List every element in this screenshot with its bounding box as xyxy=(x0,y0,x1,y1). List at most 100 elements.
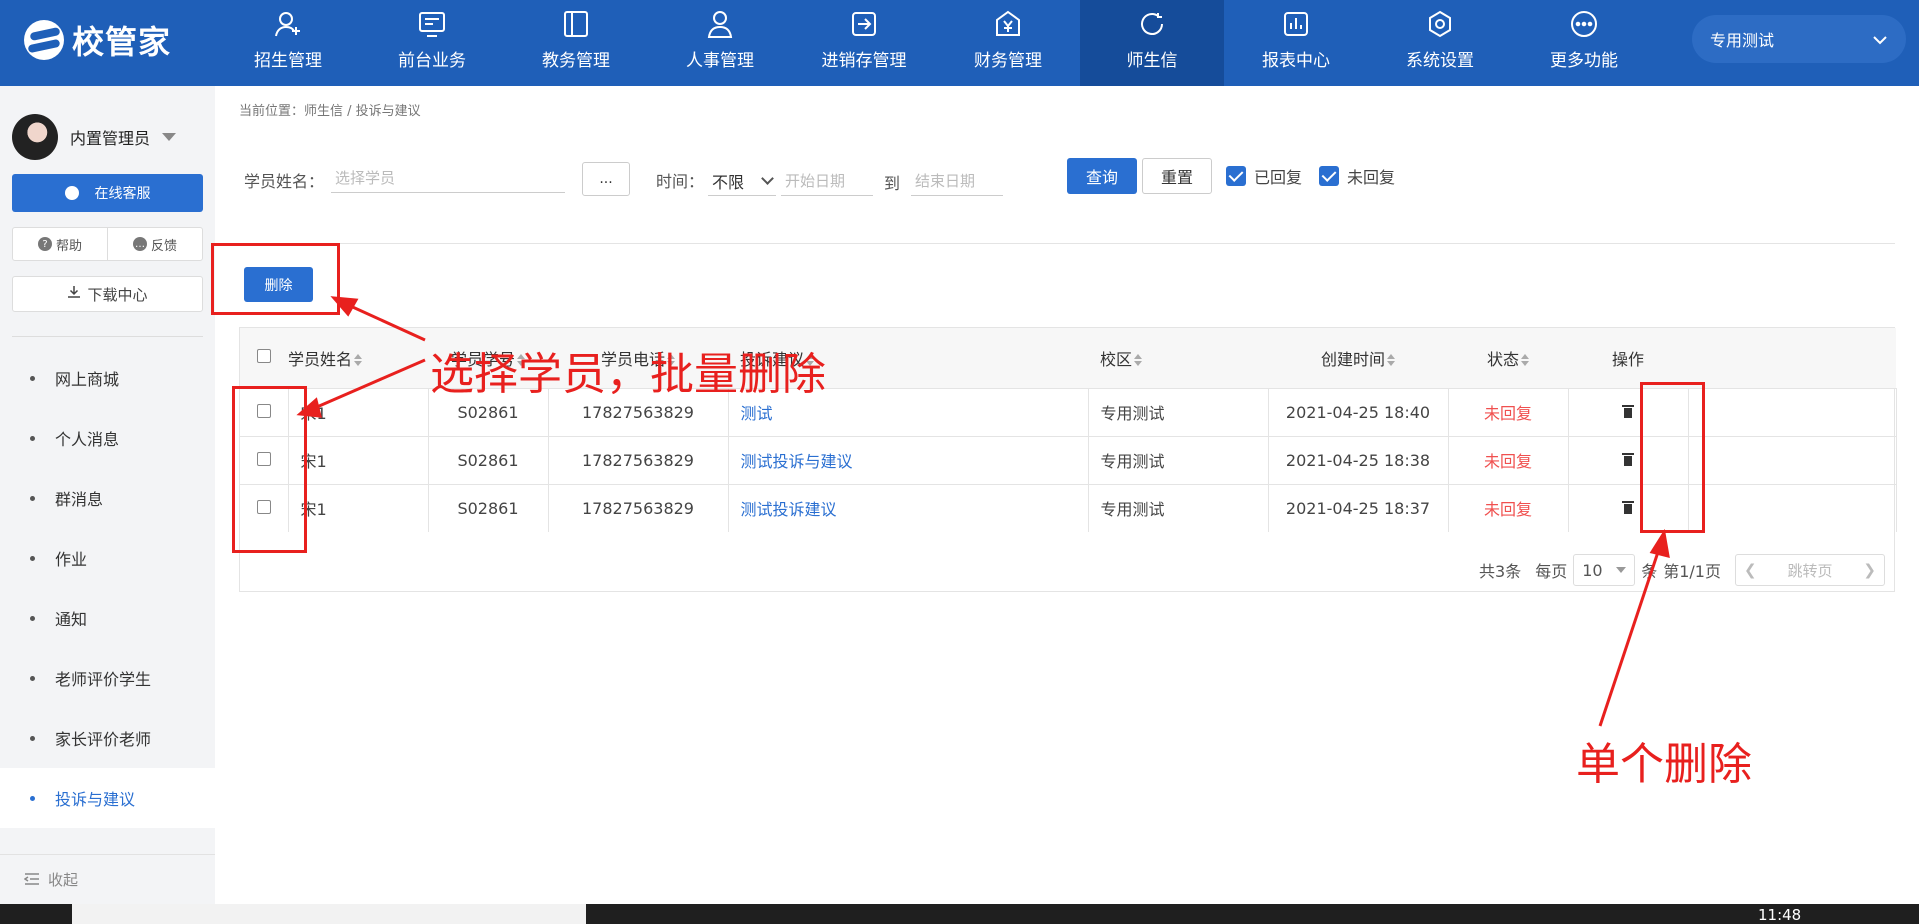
pagination: 共3条 每页 10 条 第1/1页 ❮ 跳转页 ❯ xyxy=(239,548,1895,592)
page-navigation: ❮ 跳转页 ❯ xyxy=(1735,554,1885,586)
time-range-value: 不限 xyxy=(712,172,745,192)
sidebar-item-personal-messages[interactable]: 个人消息 xyxy=(0,408,215,468)
nav-item-academic[interactable]: 教务管理 xyxy=(504,0,648,86)
collapse-button[interactable]: 收起 xyxy=(0,854,215,904)
cell-created-time: 2021-04-25 18:37 xyxy=(1268,483,1449,532)
select-all-checkbox[interactable] xyxy=(240,328,288,388)
col-header-status[interactable]: 状态 xyxy=(1448,328,1568,388)
nav-item-messages[interactable]: 师生信 xyxy=(1080,0,1224,86)
annotation-text-batch-delete: 选择学员，批量删除 xyxy=(430,349,826,400)
start-date-input[interactable] xyxy=(781,166,873,196)
collapse-label: 收起 xyxy=(48,871,79,889)
nav-item-enrollment[interactable]: 招生管理 xyxy=(216,0,360,86)
status-badge: 未回复 xyxy=(1483,452,1532,471)
sidebar-item-teacher-evaluates-student[interactable]: 老师评价学生 xyxy=(0,648,215,708)
cell-student-no: S02861 xyxy=(428,483,549,532)
nav-item-inventory[interactable]: 进销存管理 xyxy=(792,0,936,86)
next-page-icon[interactable]: ❯ xyxy=(1863,561,1876,579)
user-profile[interactable]: 内置管理员 xyxy=(12,114,177,160)
trash-icon[interactable] xyxy=(1622,404,1634,418)
bullet-icon xyxy=(30,435,35,441)
time-range-select[interactable]: 不限 xyxy=(708,166,776,196)
headset-icon xyxy=(64,186,79,200)
bullet-icon xyxy=(30,495,35,501)
jump-page-input[interactable]: 跳转页 xyxy=(1787,560,1832,581)
cell-student-no: S02861 xyxy=(428,435,549,484)
cell-spacer xyxy=(1688,435,1897,484)
bullet-icon xyxy=(30,675,35,681)
end-date-input[interactable] xyxy=(911,166,1003,196)
trash-icon[interactable] xyxy=(1622,452,1634,466)
download-center-button[interactable]: 下载中心 xyxy=(12,276,203,312)
col-header-label: 学员姓名 xyxy=(288,349,353,369)
help-feedback-row: ? 帮助 … 反馈 xyxy=(12,227,203,261)
checkbox-checked-icon xyxy=(1319,166,1339,186)
sidebar-item-complaints[interactable]: 投诉与建议 xyxy=(0,768,215,828)
select-student-button[interactable]: ... xyxy=(582,162,630,196)
cell-created-time: 2021-04-25 18:38 xyxy=(1268,435,1449,484)
gear-icon xyxy=(1424,8,1456,40)
nav-label: 系统设置 xyxy=(1406,51,1474,71)
col-header-label: 状态 xyxy=(1486,349,1519,369)
unreplied-checkbox[interactable]: 未回复 xyxy=(1319,164,1395,188)
content-link[interactable]: 测试 xyxy=(741,404,773,423)
col-header-campus[interactable]: 校区 xyxy=(1088,328,1268,388)
sidebar-item-label: 群消息 xyxy=(55,490,104,509)
sort-icon xyxy=(1134,354,1143,367)
logo[interactable]: 校管家 xyxy=(24,20,171,61)
nav-label: 进销存管理 xyxy=(821,51,907,71)
to-label: 到 xyxy=(884,174,901,193)
cell-created-time: 2021-04-25 18:40 xyxy=(1268,387,1449,436)
bullet-icon xyxy=(30,555,35,561)
nav-label: 报表中心 xyxy=(1262,51,1330,71)
status-badge: 未回复 xyxy=(1483,404,1532,423)
breadcrumb: 当前位置：师生信 / 投诉与建议 xyxy=(239,104,421,119)
query-button[interactable]: 查询 xyxy=(1067,158,1137,194)
nav-item-hr[interactable]: 人事管理 xyxy=(648,0,792,86)
cell-content-link[interactable]: 测试投诉与建议 xyxy=(728,435,1089,484)
sidebar-item-online-mall[interactable]: 网上商城 xyxy=(0,348,215,408)
cell-phone: 17827563829 xyxy=(548,435,729,484)
replied-checkbox[interactable]: 已回复 xyxy=(1226,164,1302,188)
bullet-icon xyxy=(30,735,35,741)
cell-spacer xyxy=(1688,387,1897,436)
nav-item-settings[interactable]: 系统设置 xyxy=(1368,0,1512,86)
trash-icon[interactable] xyxy=(1622,500,1634,514)
student-name-input[interactable] xyxy=(331,163,565,193)
sidebar-item-notices[interactable]: 通知 xyxy=(0,588,215,648)
taskbar-search[interactable] xyxy=(72,904,586,924)
col-header-created-time[interactable]: 创建时间 xyxy=(1268,328,1448,388)
sidebar-item-homework[interactable]: 作业 xyxy=(0,528,215,588)
logo-mark-icon xyxy=(24,20,64,60)
nav-item-finance[interactable]: 财务管理 xyxy=(936,0,1080,86)
content-link[interactable]: 测试投诉与建议 xyxy=(741,452,853,471)
help-label: 帮助 xyxy=(55,238,82,254)
yen-icon xyxy=(992,8,1024,40)
cell-campus: 专用测试 xyxy=(1088,435,1269,484)
unreplied-label: 未回复 xyxy=(1347,168,1396,187)
sidebar-item-group-messages[interactable]: 群消息 xyxy=(0,468,215,528)
sidebar-item-label: 通知 xyxy=(55,610,88,629)
bullet-icon xyxy=(30,795,35,801)
col-header-name[interactable]: 学员姓名 xyxy=(288,328,428,388)
reset-button[interactable]: 重置 xyxy=(1142,158,1212,194)
nav-item-front-desk[interactable]: 前台业务 xyxy=(360,0,504,86)
content-link[interactable]: 测试投诉建议 xyxy=(741,500,837,519)
campus-select[interactable]: 专用测试 xyxy=(1692,15,1906,63)
nav-item-more[interactable]: 更多功能 xyxy=(1512,0,1656,86)
sidebar-menu: 网上商城 个人消息 群消息 作业 通知 老师评价学生 家长评价老师 投诉与建议 xyxy=(0,348,215,828)
bullet-icon xyxy=(30,375,35,381)
help-button[interactable]: ? 帮助 xyxy=(13,228,107,260)
page-size-select[interactable]: 10 xyxy=(1573,554,1636,586)
cell-content-link[interactable]: 测试投诉建议 xyxy=(728,483,1089,532)
sidebar-item-label: 个人消息 xyxy=(55,430,120,449)
online-service-button[interactable]: 在线客服 xyxy=(12,174,203,212)
sidebar-divider xyxy=(12,336,203,337)
feedback-button[interactable]: … 反馈 xyxy=(107,228,202,260)
nav-label: 前台业务 xyxy=(398,51,466,71)
prev-page-icon[interactable]: ❮ xyxy=(1744,561,1757,579)
campus-select-value: 专用测试 xyxy=(1710,31,1775,50)
sidebar-item-parent-evaluates-teacher[interactable]: 家长评价老师 xyxy=(0,708,215,768)
caret-down-icon[interactable] xyxy=(162,133,177,141)
nav-item-reports[interactable]: 报表中心 xyxy=(1224,0,1368,86)
